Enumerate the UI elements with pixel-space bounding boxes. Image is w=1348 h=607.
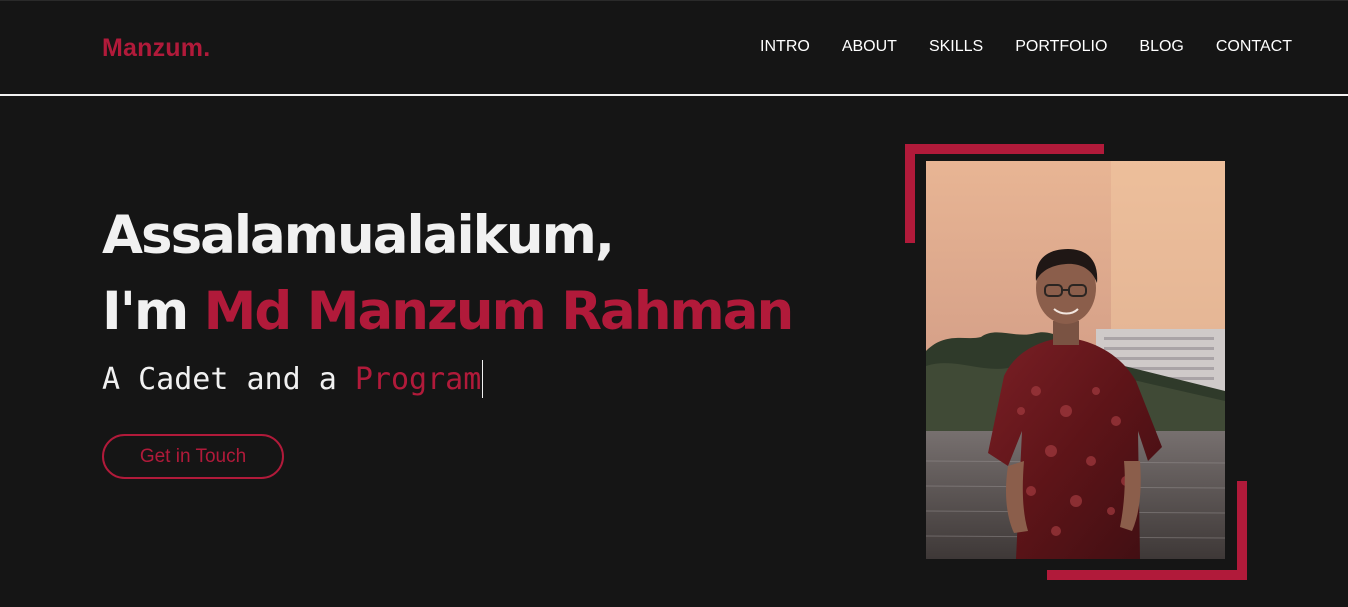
hero-intro-prefix: I'm	[102, 281, 189, 342]
profile-photo-illustration	[926, 161, 1225, 559]
hero-greeting: Assalamualaikum,	[102, 205, 615, 266]
profile-photo	[926, 161, 1225, 559]
nav-menu: INTRO ABOUT SKILLS PORTFOLIO BLOG CONTAC…	[744, 38, 1292, 56]
hero-section: Assalamualaikum, I'm Md Manzum Rahman A …	[102, 198, 795, 479]
nav-divider	[0, 94, 1348, 96]
nav-item-contact[interactable]: CONTACT	[1200, 38, 1292, 56]
typed-text-line: A Cadet and a Program	[102, 360, 792, 400]
navbar: Manzum. INTRO ABOUT SKILLS PORTFOLIO BLO…	[0, 0, 1348, 94]
get-in-touch-button[interactable]: Get in Touch	[102, 434, 284, 479]
typed-static-text: A Cadet and a	[102, 362, 337, 397]
photo-frame-right-accent	[1237, 481, 1247, 580]
typed-dynamic-text: Program	[354, 362, 482, 397]
nav-item-blog[interactable]: BLOG	[1123, 38, 1199, 56]
hero-intro-line: I'm Md Manzum Rahman	[102, 274, 795, 350]
nav-item-portfolio[interactable]: PORTFOLIO	[999, 38, 1123, 56]
typing-caret	[482, 360, 484, 398]
photo-frame-left-accent	[905, 144, 915, 243]
photo-frame-bottom-accent	[1047, 570, 1247, 580]
brand-logo[interactable]: Manzum.	[102, 34, 210, 63]
page: Manzum. INTRO ABOUT SKILLS PORTFOLIO BLO…	[0, 0, 1348, 607]
nav-item-intro[interactable]: INTRO	[744, 38, 826, 56]
hero-name: Md Manzum Rahman	[203, 281, 795, 342]
nav-item-skills[interactable]: SKILLS	[913, 38, 999, 56]
nav-item-about[interactable]: ABOUT	[826, 38, 913, 56]
photo-frame-top-accent	[905, 144, 1104, 154]
